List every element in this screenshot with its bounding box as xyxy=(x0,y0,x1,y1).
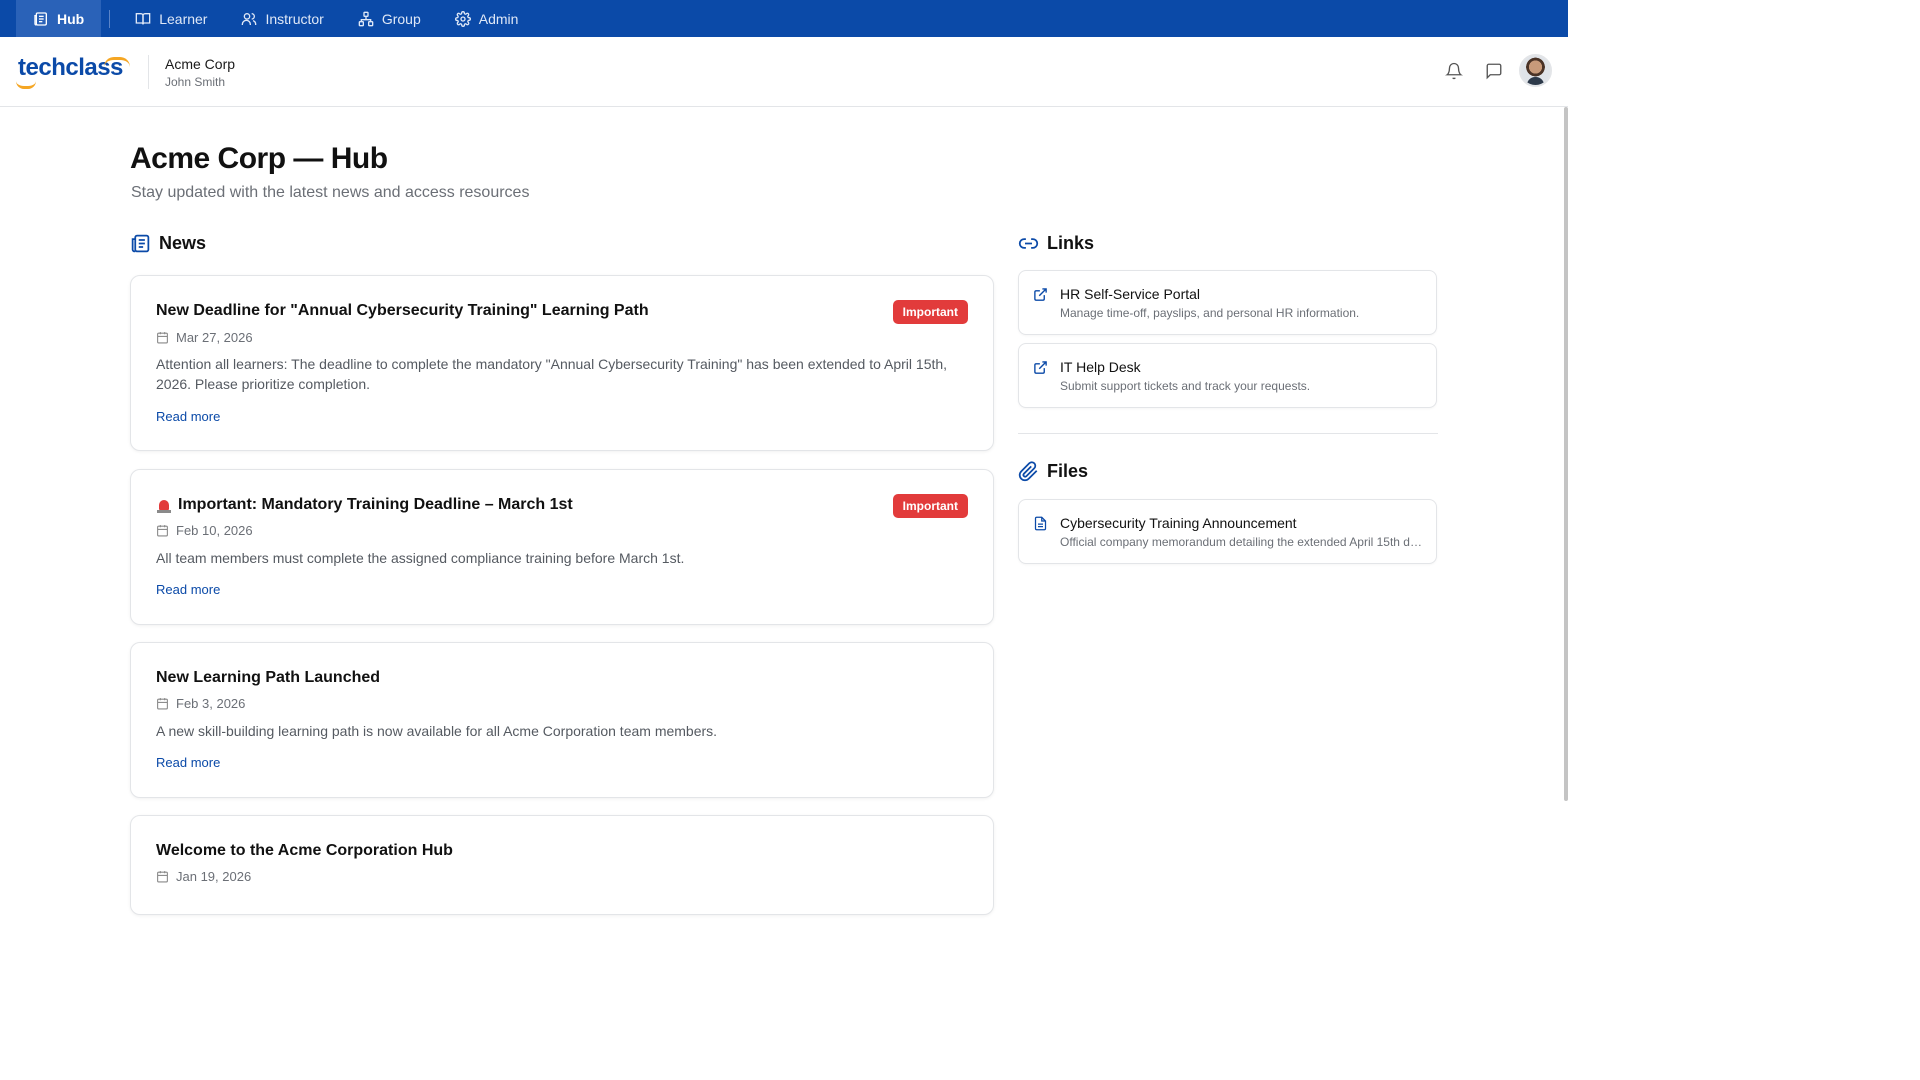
book-open-icon xyxy=(135,12,151,24)
nav-instructor-label: Instructor xyxy=(265,10,324,27)
newspaper-icon xyxy=(34,11,47,26)
external-link-icon xyxy=(1034,288,1047,301)
calendar-icon xyxy=(157,871,168,883)
scrollbar[interactable] xyxy=(1564,107,1568,801)
news-date: Jan 19, 2026 xyxy=(156,869,251,884)
news-body: Attention all learners: The deadline to … xyxy=(156,356,948,392)
link-title: IT Help Desk xyxy=(1060,359,1141,375)
news-heading: News xyxy=(130,233,206,254)
news-card[interactable]: Welcome to the Acme Corporation Hub Jan … xyxy=(130,815,994,915)
paperclip-icon xyxy=(1018,461,1038,482)
newspaper-icon xyxy=(131,234,150,253)
link-desc: Submit support tickets and track your re… xyxy=(1060,379,1311,393)
app-header: techclass Acme Corp John Smith xyxy=(0,37,1568,107)
file-title: Cybersecurity Training Announcement xyxy=(1060,515,1297,531)
page-subtitle: Stay updated with the latest news and ac… xyxy=(131,184,530,201)
news-date: Feb 3, 2026 xyxy=(156,696,245,711)
calendar-icon xyxy=(157,332,168,344)
read-more-link[interactable]: Read more xyxy=(156,409,220,424)
siren-icon xyxy=(156,497,172,513)
file-text-icon xyxy=(1034,516,1047,531)
nav-admin[interactable]: Admin xyxy=(438,0,536,37)
news-date: Mar 27, 2026 xyxy=(156,330,253,345)
nav-hub[interactable]: Hub xyxy=(16,0,102,37)
external-link-icon xyxy=(1034,361,1047,374)
link-icon xyxy=(1018,238,1039,249)
calendar-icon xyxy=(157,525,168,537)
calendar-icon xyxy=(157,698,168,710)
gear-icon xyxy=(454,10,471,27)
news-title[interactable]: New Deadline for "Annual Cybersecurity T… xyxy=(156,302,649,320)
logo-swoosh xyxy=(16,81,36,89)
file-card[interactable]: Cybersecurity Training Announcement Offi… xyxy=(1018,499,1437,564)
link-desc: Manage time-off, payslips, and personal … xyxy=(1060,306,1360,320)
news-date-label: Feb 3, 2026 xyxy=(176,696,246,711)
header-divider xyxy=(148,55,149,89)
news-card[interactable]: New Learning Path Launched Feb 3, 2026 A… xyxy=(130,642,994,798)
file-desc: Official company memorandum detailing th… xyxy=(1060,535,1425,549)
read-more-link[interactable]: Read more xyxy=(156,755,220,770)
nav-learner[interactable]: Learner xyxy=(118,0,224,37)
org-name: Acme Corp xyxy=(165,56,236,72)
nav-hub-label: Hub xyxy=(57,10,85,27)
link-card[interactable]: IT Help Desk Submit support tickets and … xyxy=(1018,343,1437,408)
link-title: HR Self-Service Portal xyxy=(1060,286,1201,302)
nav-admin-label: Admin xyxy=(478,10,519,27)
nav-learner-label: Learner xyxy=(159,10,208,27)
news-date-label: Mar 27, 2026 xyxy=(176,330,253,345)
files-heading-label: Files xyxy=(1047,461,1089,481)
bell-icon[interactable] xyxy=(1445,62,1463,80)
important-badge: Important xyxy=(892,494,968,518)
logo-swoosh xyxy=(104,57,130,67)
files-heading: Files xyxy=(1018,461,1088,482)
top-nav: Hub Learner Instructor Group Admin xyxy=(0,0,1568,37)
news-card[interactable]: Important: Mandatory Training Deadline –… xyxy=(130,469,994,625)
news-card[interactable]: New Deadline for "Annual Cybersecurity T… xyxy=(130,275,994,451)
nav-separator xyxy=(109,9,111,28)
news-date-label: Feb 10, 2026 xyxy=(176,523,253,538)
news-body: All team members must complete the assig… xyxy=(156,550,685,566)
nav-group[interactable]: Group xyxy=(341,0,438,37)
nav-instructor[interactable]: Instructor xyxy=(224,0,340,37)
news-title[interactable]: New Learning Path Launched xyxy=(156,669,380,687)
news-title-label: Important: Mandatory Training Deadline –… xyxy=(178,496,573,513)
link-card[interactable]: HR Self-Service Portal Manage time-off, … xyxy=(1018,270,1437,335)
links-heading-label: Links xyxy=(1047,233,1095,253)
news-title[interactable]: Welcome to the Acme Corporation Hub xyxy=(156,842,453,860)
message-icon[interactable] xyxy=(1485,62,1503,80)
page-title: Acme Corp — Hub xyxy=(130,142,388,175)
important-badge: Important xyxy=(892,300,968,324)
news-date-label: Jan 19, 2026 xyxy=(176,869,252,884)
news-body: A new skill-building learning path is no… xyxy=(156,723,718,739)
links-heading: Links xyxy=(1018,233,1094,254)
avatar[interactable] xyxy=(1519,54,1552,87)
users-icon xyxy=(242,12,257,25)
section-divider xyxy=(1018,433,1438,434)
read-more-link[interactable]: Read more xyxy=(156,582,220,597)
nav-group-label: Group xyxy=(381,10,421,27)
news-heading-label: News xyxy=(159,233,207,253)
user-name: John Smith xyxy=(165,75,226,89)
news-date: Feb 10, 2026 xyxy=(156,523,253,538)
news-title[interactable]: Important: Mandatory Training Deadline –… xyxy=(156,496,573,514)
network-icon xyxy=(358,11,374,26)
